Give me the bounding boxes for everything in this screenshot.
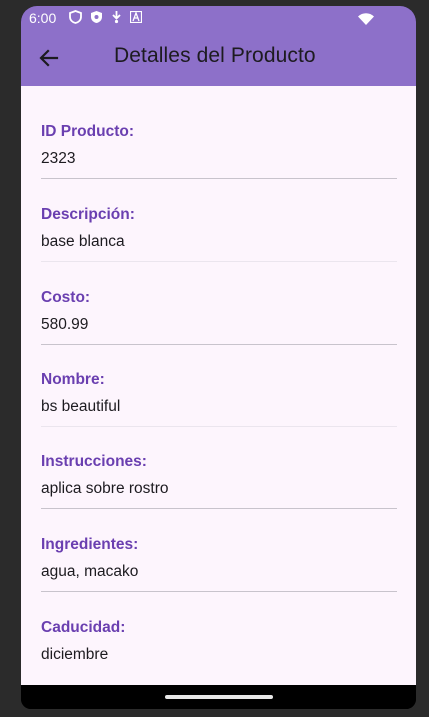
- divider: [41, 178, 397, 179]
- status-icons: [69, 10, 142, 24]
- field-value: diciembre: [41, 646, 109, 663]
- screen: 6:00 Detalles del Producto ID Producto: …: [21, 6, 416, 709]
- field-value: 580.99: [41, 316, 89, 333]
- status-time: 6:00: [29, 10, 57, 26]
- field-label: ID Producto:: [41, 123, 134, 140]
- shield-icon: [90, 10, 103, 24]
- field-label: Descripción:: [41, 206, 135, 223]
- field-value: bs beautiful: [41, 398, 121, 415]
- divider: [41, 591, 397, 592]
- field-label: Instrucciones:: [41, 453, 147, 470]
- product-details: ID Producto: 2323 Descripción: base blan…: [21, 86, 416, 685]
- field-label: Nombre:: [41, 371, 105, 388]
- arrow-left-icon[interactable]: [37, 46, 61, 70]
- divider: [41, 426, 397, 427]
- field-label: Ingredientes:: [41, 536, 139, 553]
- wifi-icon: [358, 12, 374, 28]
- divider: [41, 261, 397, 262]
- field-value: aplica sobre rostro: [41, 480, 169, 497]
- shield-outline-icon: [69, 10, 82, 24]
- download-icon: [111, 10, 122, 24]
- field-label: Caducidad:: [41, 619, 126, 636]
- status-bar: 6:00: [21, 6, 416, 30]
- app-bar: Detalles del Producto: [21, 30, 416, 86]
- field-label: Costo:: [41, 289, 91, 306]
- font-a-icon: [130, 11, 142, 23]
- field-value: base blanca: [41, 233, 125, 250]
- home-gesture-handle[interactable]: [165, 695, 273, 699]
- navigation-bar: [21, 685, 416, 709]
- field-value: agua, macako: [41, 563, 139, 580]
- phone-frame: 6:00 Detalles del Producto ID Producto: …: [0, 0, 429, 717]
- divider: [41, 344, 397, 345]
- field-value: 2323: [41, 150, 76, 167]
- page-title: Detalles del Producto: [114, 44, 316, 67]
- divider: [41, 508, 397, 509]
